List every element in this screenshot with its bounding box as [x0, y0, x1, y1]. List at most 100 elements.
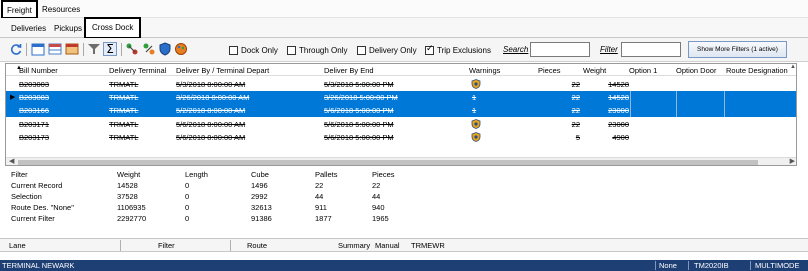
status-divider: [688, 261, 689, 270]
col-header-pieces[interactable]: Pieces: [538, 66, 561, 75]
cell-weight: 23000: [608, 106, 629, 115]
cell-warnings: 1: [472, 93, 477, 102]
filter-input[interactable]: [621, 42, 681, 57]
column-divider: [630, 104, 631, 117]
cell-weight: 23000: [608, 120, 629, 129]
menu-freight[interactable]: Freight: [1, 0, 38, 19]
scroll-right-icon[interactable]: ▶: [790, 157, 795, 165]
manual-value[interactable]: TRMEWR: [411, 241, 445, 250]
col-header-option-door[interactable]: Option Door: [676, 66, 716, 75]
cell-deliver-by: 5/3/2018 8:00:00 AM: [176, 80, 246, 89]
cell-deliver-by-end: 3/26/2018 5:00:00 PM: [324, 93, 398, 102]
col-header-deliver-by-end[interactable]: Deliver By End: [324, 66, 374, 75]
calendar-icon[interactable]: [31, 42, 45, 56]
col-header-route-designation[interactable]: Route Designation: [726, 66, 788, 75]
cell-deliver-by: 5/2/2018 8:00:00 AM: [176, 106, 246, 115]
summary-row-label: Selection: [11, 192, 42, 201]
col-header-weight[interactable]: Weight: [583, 66, 606, 75]
horizontal-scrollbar[interactable]: ◀ ▶: [6, 157, 796, 165]
cell-bill-number: B203166: [19, 106, 50, 115]
status-bar: TERMINAL NEWARK None TM2020IB MULTIMODE: [0, 260, 808, 271]
summary-row-label: Current Filter: [11, 214, 55, 223]
cell-delivery-terminal: TRMATL: [109, 120, 139, 129]
delivery-only-box[interactable]: [357, 45, 366, 55]
route-remove-icon[interactable]: [142, 42, 156, 56]
route-assign-icon[interactable]: [125, 42, 139, 56]
summary-pallets: 22: [315, 181, 324, 190]
trip-exclusions-checkbox[interactable]: Trip Exclusions: [425, 44, 491, 56]
route-label[interactable]: Route: [247, 241, 267, 250]
summary-pieces: 44: [372, 192, 381, 201]
summary-length: 0: [185, 181, 190, 190]
warning-icon[interactable]: [471, 132, 481, 142]
summary-header-pieces: Pieces: [372, 170, 395, 179]
col-header-option-1[interactable]: Option 1: [629, 66, 657, 75]
scrollbar-thumb[interactable]: [18, 160, 758, 165]
sub-tab-bar: Deliveries Pickups Cross Dock: [0, 17, 808, 39]
delivery-only-checkbox[interactable]: Delivery Only: [357, 44, 417, 56]
table-row[interactable]: ▶ B203083 TRMATL 3/26/2018 8:00:00 AM 3/…: [6, 91, 796, 104]
cell-bill-number: B203083: [19, 93, 50, 102]
dock-only-label: Dock Only: [241, 45, 278, 55]
grid-header: ▲ Bill Number Delivery Terminal Deliver …: [6, 64, 796, 76]
summary-cube: 32613: [251, 203, 272, 212]
grid-view-icon[interactable]: [48, 42, 62, 56]
menu-resources[interactable]: Resources: [38, 2, 84, 17]
dock-only-box[interactable]: [229, 45, 238, 55]
table-row[interactable]: B203166 TRMATL 5/2/2018 8:00:00 AM 5/6/2…: [6, 104, 796, 117]
search-input[interactable]: [530, 42, 590, 57]
delivery-only-label: Delivery Only: [369, 45, 417, 55]
through-only-box[interactable]: [287, 45, 296, 55]
summary-weight: 14528: [117, 181, 138, 190]
tab-pickups[interactable]: Pickups: [51, 21, 85, 37]
col-header-deliver-by[interactable]: Deliver By / Terminal Depart: [176, 66, 269, 75]
summary-pallets: 1877: [315, 214, 332, 223]
cell-delivery-terminal: TRMATL: [109, 93, 139, 102]
trip-exclusions-box[interactable]: [425, 44, 434, 55]
warning-icon[interactable]: [471, 119, 481, 129]
sum-icon[interactable]: Σ: [103, 42, 117, 56]
summary-cube: 91386: [251, 214, 272, 223]
col-header-warnings[interactable]: Warnings: [469, 66, 500, 75]
shield-icon[interactable]: [158, 42, 172, 56]
refresh-icon[interactable]: [9, 42, 23, 56]
cell-deliver-by: 5/6/2018 8:00:00 AM: [176, 133, 246, 142]
cell-deliver-by-end: 5/6/2018 5:00:00 PM: [324, 133, 394, 142]
dock-only-checkbox[interactable]: Dock Only: [229, 44, 278, 56]
toolbar: Σ Dock Only Through Only Delivery Only T…: [0, 38, 808, 62]
summary-header-length: Length: [185, 170, 208, 179]
field-divider: [230, 240, 231, 251]
toolbar-separator: [121, 43, 122, 56]
menu-bar: Freight Resources: [0, 0, 808, 19]
table-row[interactable]: B203003 TRMATL 5/3/2018 8:00:00 AM 5/3/2…: [6, 78, 796, 91]
filter-funnel-icon[interactable]: [87, 42, 101, 56]
toolbar-separator: [26, 43, 27, 56]
cell-weight: 14528: [608, 80, 629, 89]
show-more-filters-button[interactable]: Show More Filters (1 active): [688, 41, 787, 58]
lane-label[interactable]: Lane: [9, 241, 26, 250]
summary-pieces: 22: [372, 181, 381, 190]
cell-deliver-by: 5/6/2018 8:00:00 AM: [176, 120, 246, 129]
filter-field-label[interactable]: Filter: [158, 241, 175, 250]
scroll-up-icon[interactable]: ▲: [790, 64, 796, 70]
cell-bill-number: B203003: [19, 80, 50, 89]
report-icon[interactable]: [65, 42, 79, 56]
through-only-checkbox[interactable]: Through Only: [287, 44, 347, 56]
toolbar-separator: [83, 43, 84, 56]
palette-icon[interactable]: [174, 42, 188, 56]
tab-deliveries[interactable]: Deliveries: [8, 21, 49, 37]
trip-exclusions-label: Trip Exclusions: [437, 45, 491, 55]
table-row[interactable]: B203171 TRMATL 5/6/2018 8:00:00 AM 5/6/2…: [6, 118, 796, 131]
scroll-left-icon[interactable]: ◀: [9, 157, 14, 165]
table-row[interactable]: B203173 TRMATL 5/6/2018 8:00:00 AM 5/6/2…: [6, 131, 796, 144]
tab-cross-dock[interactable]: Cross Dock: [84, 17, 142, 39]
summary-header-filter: Filter: [11, 170, 28, 179]
status-divider: [655, 261, 656, 270]
summary-header-weight: Weight: [117, 170, 141, 179]
summary-weight: 2292770: [117, 214, 147, 223]
cell-weight: 4900: [612, 133, 629, 142]
summary-table: Filter Weight Length Cube Pallets Pieces…: [5, 168, 445, 234]
col-header-bill-number[interactable]: Bill Number: [19, 66, 58, 75]
warning-icon[interactable]: [471, 79, 481, 89]
col-header-delivery-terminal[interactable]: Delivery Terminal: [109, 66, 166, 75]
